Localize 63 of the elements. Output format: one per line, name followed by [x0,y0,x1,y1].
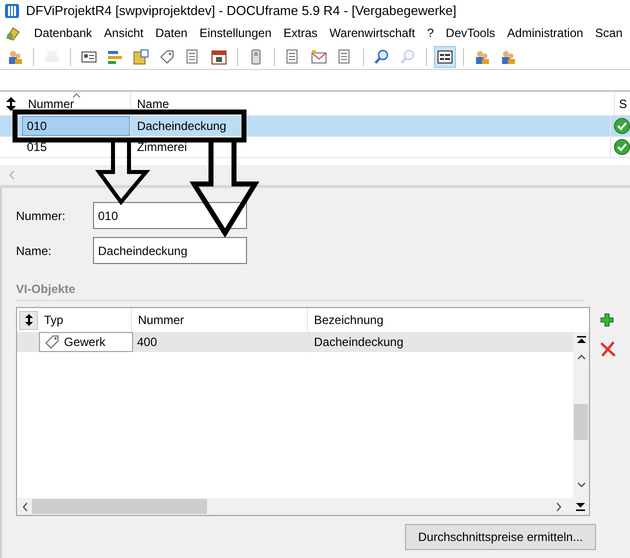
people-icon [7,48,23,64]
people-icon [474,48,490,64]
menu-item[interactable]: Administration [507,24,584,42]
scroll-thumb[interactable] [574,404,588,440]
envelope-icon [311,48,327,64]
column-header[interactable]: Name [131,92,615,115]
scroll-thumb[interactable] [32,499,207,514]
menu-item[interactable]: Ansicht [104,24,144,42]
column-header[interactable]: Nummer [22,92,131,115]
tag-icon [159,48,175,64]
sort-toggle-button[interactable] [19,310,38,330]
check-icon [614,118,630,134]
section-title: VI-Objekte [16,282,76,296]
people-icon [500,48,516,64]
table-row[interactable]: 010 Dacheindeckung [0,116,630,137]
form-button[interactable] [434,46,456,68]
field-label: Nummer: [16,208,66,224]
table-cell: Zimmerei [130,137,610,157]
check-icon [614,139,630,155]
scroll-left-icon[interactable] [22,502,28,512]
menu-item[interactable]: Datenbank [34,24,92,42]
calendar-icon [211,48,227,64]
search-icon [374,48,390,64]
text-field[interactable]: 010 [93,202,247,229]
menu-item[interactable]: Warenwirtschaft [330,24,416,42]
horizontal-scrollbar[interactable] [17,498,589,515]
field-label: Name: [16,242,52,260]
table-row[interactable]: Gewerk 400 Dacheindeckung [17,332,573,352]
card-icon [81,48,97,64]
app-icon [4,3,20,19]
column-header[interactable]: S [615,92,630,115]
menu-item[interactable]: ? [427,24,434,42]
scroll-down-icon[interactable] [576,482,586,488]
scroll-right-icon[interactable] [556,502,562,512]
table-cell: Dacheindeckung [130,116,610,136]
window-title: DFViProjektR4 [swpviprojektdev] - DOCUframe 5.9 R4 - [Vergabegewerke] [26,2,456,20]
table-cell: Gewerk [39,332,133,352]
menu-item[interactable]: Scan [595,24,623,42]
column-header[interactable]: Bezeichnung [308,308,589,332]
table-cell-text: 015 [26,139,48,156]
table-cell-text: 400 [136,334,158,351]
menu-item[interactable]: Einstellungen [199,24,272,42]
text-field[interactable]: Dacheindeckung [93,237,247,264]
sort-arrows-icon[interactable] [5,96,17,112]
delete-icon[interactable] [600,341,616,357]
add-icon[interactable] [600,313,614,327]
form-icon [437,48,453,64]
tag-icon [44,334,60,350]
menu-item[interactable]: Daten [155,24,188,42]
bars-icon [107,48,123,64]
average-prices-button[interactable]: Durchschnittspreise ermitteln... [405,524,596,550]
menu-item[interactable]: DevTools [446,24,496,42]
scroll-top-icon[interactable] [576,336,586,344]
scroll-bottom-icon[interactable] [576,502,585,510]
table-cell: 010 [22,116,130,136]
horizontal-scrollbar[interactable] [0,165,630,185]
menu-item[interactable]: Extras [284,24,318,42]
sort-caret-icon [72,93,81,98]
folder-icon [133,48,149,64]
sort-arrows-icon [24,313,34,327]
vertical-scrollbar[interactable] [573,332,589,498]
scroll-up-icon[interactable] [576,354,586,360]
search-icon [400,48,416,64]
